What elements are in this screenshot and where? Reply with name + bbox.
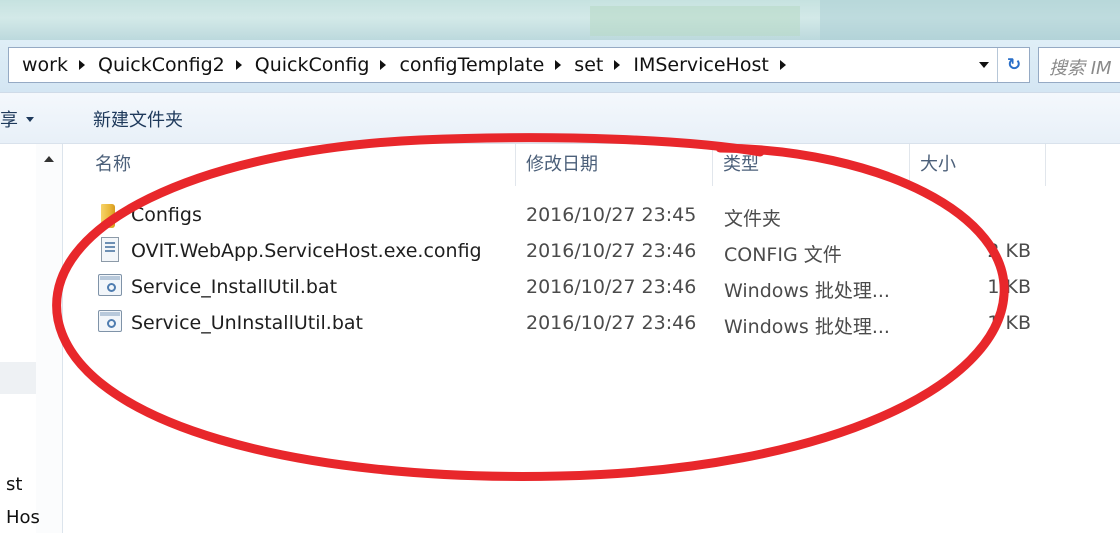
share-menu-button[interactable]: 享 [0, 106, 34, 132]
share-menu-label: 享 [0, 110, 18, 131]
file-type: CONFIG 文件 [724, 244, 842, 266]
scroll-up-icon[interactable] [44, 156, 54, 162]
chevron-down-icon [26, 116, 34, 122]
breadcrumb-separator-icon[interactable] [78, 60, 85, 70]
breadcrumb-item-configtemplate[interactable]: configTemplate [397, 54, 546, 76]
navigation-selected-band[interactable] [0, 362, 36, 394]
breadcrumb-item-imservicehost[interactable]: IMServiceHost [631, 54, 770, 76]
address-history-dropdown[interactable] [973, 48, 995, 82]
breadcrumb-item-work[interactable]: work [20, 54, 70, 76]
file-name: OVIT.WebApp.ServiceHost.exe.config [131, 240, 482, 262]
breadcrumb-separator-icon[interactable] [380, 60, 387, 70]
config-file-icon [101, 237, 119, 262]
column-divider[interactable] [1045, 144, 1046, 186]
nav-item[interactable]: Hos [6, 507, 40, 528]
breadcrumb-item-quickconfig[interactable]: QuickConfig [253, 54, 372, 76]
title-strip-blur [820, 0, 1120, 40]
breadcrumb-separator-icon[interactable] [235, 60, 242, 70]
batch-file-icon [98, 274, 122, 296]
chevron-down-icon [979, 62, 989, 68]
file-date: 2016/10/27 23:46 [526, 276, 697, 298]
batch-file-icon [98, 310, 122, 332]
file-type: 文件夹 [724, 208, 782, 230]
file-date: 2016/10/27 23:45 [526, 204, 697, 226]
column-header-type[interactable]: 类型 [713, 144, 909, 186]
breadcrumb-separator-icon[interactable] [779, 60, 786, 70]
breadcrumb-separator-icon[interactable] [614, 60, 621, 70]
address-bar[interactable]: work QuickConfig2 QuickConfig configTemp… [8, 47, 1030, 83]
file-date: 2016/10/27 23:46 [526, 312, 697, 334]
refresh-icon: ↻ [1006, 55, 1022, 75]
title-strip-blur [590, 6, 800, 36]
breadcrumb-item-quickconfig2[interactable]: QuickConfig2 [96, 54, 227, 76]
column-header-date[interactable]: 修改日期 [516, 144, 712, 186]
breadcrumb-separator-icon[interactable] [555, 60, 562, 70]
window-title-strip [0, 0, 1120, 40]
folder-icon [101, 204, 115, 228]
navigation-scrollbar[interactable] [36, 144, 62, 533]
file-row[interactable]: Configs 2016/10/27 23:45 文件夹 [63, 198, 1120, 234]
file-size: 1 KB [987, 276, 1031, 298]
file-name: Service_UnInstallUtil.bat [131, 312, 363, 334]
file-row[interactable]: Service_InstallUtil.bat 2016/10/27 23:46… [63, 270, 1120, 306]
search-placeholder: 搜索 IM [1049, 58, 1112, 79]
file-date: 2016/10/27 23:46 [526, 240, 697, 262]
nav-item[interactable]: st [6, 474, 22, 495]
breadcrumb-item-set[interactable]: set [572, 54, 605, 76]
file-row[interactable]: Service_UnInstallUtil.bat 2016/10/27 23:… [63, 306, 1120, 342]
search-input[interactable]: 搜索 IM [1038, 47, 1120, 83]
file-size: 1 KB [987, 312, 1031, 334]
column-header-name[interactable]: 名称 [85, 144, 515, 186]
command-toolbar: 享 新建文件夹 [0, 92, 1120, 144]
file-row[interactable]: OVIT.WebApp.ServiceHost.exe.config 2016/… [63, 234, 1120, 270]
column-header-size[interactable]: 大小 [910, 144, 1045, 186]
file-type: Windows 批处理... [724, 280, 890, 302]
file-type: Windows 批处理... [724, 316, 890, 338]
file-name: Configs [131, 204, 202, 226]
address-row: work QuickConfig2 QuickConfig configTemp… [0, 40, 1120, 92]
file-size: 2 KB [987, 240, 1031, 262]
refresh-button[interactable]: ↻ [997, 48, 1030, 82]
new-folder-button[interactable]: 新建文件夹 [93, 106, 183, 132]
file-name: Service_InstallUtil.bat [131, 276, 338, 298]
file-list-header: 名称 修改日期 类型 大小 [63, 144, 1120, 186]
breadcrumb: work QuickConfig2 QuickConfig configTemp… [20, 48, 797, 82]
